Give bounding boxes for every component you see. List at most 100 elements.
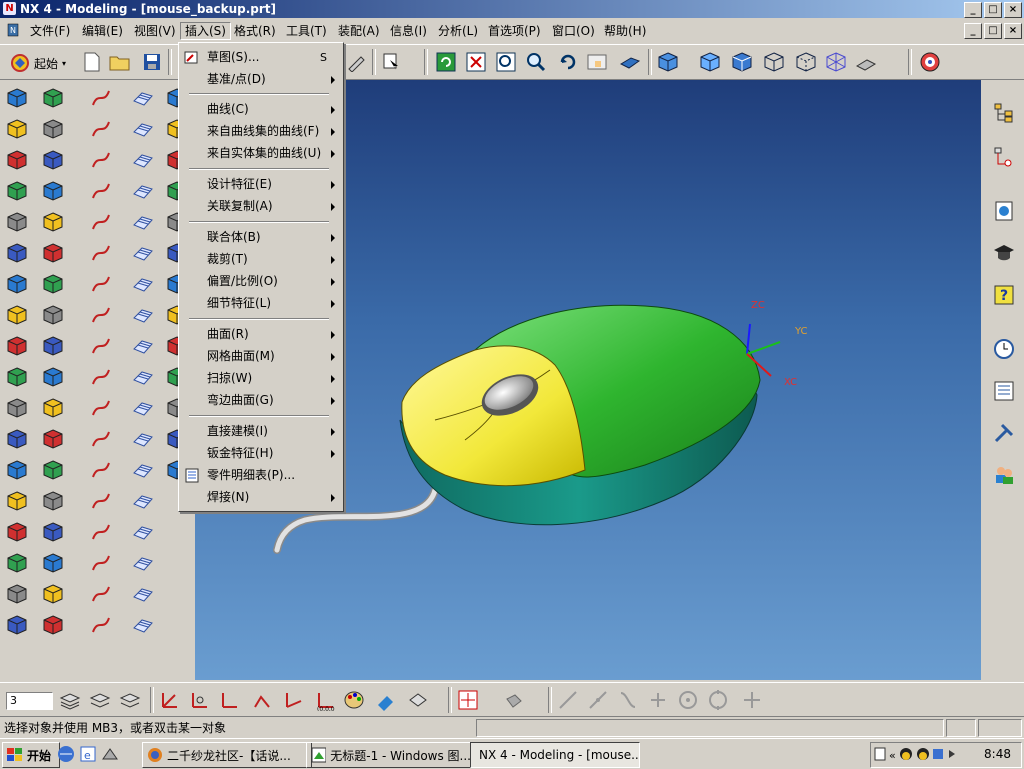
insert-menu-item-mesh-surface[interactable]: 网格曲面(M) xyxy=(179,346,341,367)
line-tool-icon[interactable] xyxy=(556,688,580,712)
feature-tool-icon[interactable] xyxy=(5,427,29,451)
curve-tool-icon[interactable] xyxy=(89,582,113,606)
zoom-window-icon[interactable] xyxy=(494,50,518,74)
help-icon[interactable]: ? xyxy=(991,282,1017,308)
surface-tool-icon[interactable] xyxy=(131,148,155,172)
hidden-edges-icon[interactable] xyxy=(794,50,818,74)
curve-tool-icon[interactable] xyxy=(89,210,113,234)
feature-tool-icon[interactable] xyxy=(5,489,29,513)
static-wireframe-icon[interactable] xyxy=(824,50,848,74)
feature-tool-icon[interactable] xyxy=(41,551,65,575)
ie-quicklaunch-icon[interactable]: e xyxy=(78,743,98,765)
start-menu-button[interactable]: 开始 xyxy=(2,742,60,768)
curve-tool-icon[interactable] xyxy=(89,334,113,358)
surface-tool-icon[interactable] xyxy=(131,117,155,141)
surface-tool-icon[interactable] xyxy=(131,458,155,482)
selection-filter-icon[interactable] xyxy=(380,50,404,74)
tools-icon[interactable] xyxy=(991,420,1017,446)
insert-menu-item-surface[interactable]: 曲面(R) xyxy=(179,324,341,345)
wcs-absolute-icon[interactable]: (0,0,0) xyxy=(312,688,336,712)
point-line-icon[interactable] xyxy=(586,688,610,712)
menu-window[interactable]: 窗口(O) xyxy=(548,23,599,39)
feature-tool-icon[interactable] xyxy=(41,210,65,234)
surface-tool-icon[interactable] xyxy=(131,520,155,544)
surface-tool-icon[interactable] xyxy=(131,365,155,389)
curve-tool-icon[interactable] xyxy=(89,520,113,544)
menu-file[interactable]: 文件(F) xyxy=(26,23,74,39)
circle-tangent-icon[interactable] xyxy=(706,688,730,712)
palette-icon[interactable] xyxy=(342,688,366,712)
cube-edges-icon[interactable] xyxy=(730,50,754,74)
insert-menu-item-combine[interactable]: 联合体(B) xyxy=(179,227,341,248)
feature-tool-icon[interactable] xyxy=(41,489,65,513)
curve-tool-icon[interactable] xyxy=(89,551,113,575)
insert-menu-item-sweep[interactable]: 扫掠(W) xyxy=(179,368,341,389)
circle-center-icon[interactable] xyxy=(676,688,700,712)
insert-menu-item-curve-from-bodies[interactable]: 来自实体集的曲线(U) xyxy=(179,143,341,164)
mdi-minimize-button[interactable]: _ xyxy=(964,23,982,39)
insert-menu-item-parts-list[interactable]: 零件明细表(P)... xyxy=(179,465,341,486)
feature-tool-icon[interactable] xyxy=(5,582,29,606)
perpendicular-icon[interactable] xyxy=(646,688,670,712)
feature-tool-icon[interactable] xyxy=(5,148,29,172)
mdi-close-button[interactable]: × xyxy=(1004,23,1022,39)
layer-combo[interactable]: 3 xyxy=(6,692,53,710)
feature-tool-icon[interactable] xyxy=(41,613,65,637)
selection-intent-icon[interactable] xyxy=(502,688,526,712)
curve-tool-icon[interactable] xyxy=(89,303,113,327)
edit-object-display-icon[interactable] xyxy=(374,688,398,712)
curve-tool-icon[interactable] xyxy=(616,688,640,712)
menu-format[interactable]: 格式(R) xyxy=(230,23,280,39)
feature-tool-icon[interactable] xyxy=(41,334,65,358)
surface-tool-icon[interactable] xyxy=(131,86,155,110)
history-icon[interactable] xyxy=(991,198,1017,224)
fit-icon[interactable] xyxy=(464,50,488,74)
menu-assembly[interactable]: 装配(A) xyxy=(334,23,384,39)
feature-tool-icon[interactable] xyxy=(5,458,29,482)
wcs-rotate-icon[interactable] xyxy=(218,688,242,712)
feature-tool-icon[interactable] xyxy=(41,303,65,327)
menu-tools[interactable]: 工具(T) xyxy=(282,23,331,39)
clock-icon[interactable] xyxy=(991,336,1017,362)
feature-tool-icon[interactable] xyxy=(5,334,29,358)
insert-menu-item-sheet-metal[interactable]: 钣金特征(H) xyxy=(179,443,341,464)
curve-tool-icon[interactable] xyxy=(89,458,113,482)
wcs-dynamics-icon[interactable] xyxy=(158,688,182,712)
surface-tool-icon[interactable] xyxy=(131,582,155,606)
surface-tool-icon[interactable] xyxy=(131,303,155,327)
menu-analysis[interactable]: 分析(L) xyxy=(434,23,482,39)
feature-tool-icon[interactable] xyxy=(5,117,29,141)
insert-menu-item-associative-copy[interactable]: 关联复制(A) xyxy=(179,196,341,217)
perspective-icon[interactable] xyxy=(618,50,642,74)
taskbar-item-paint[interactable]: 无标题-1 - Windows 图... xyxy=(306,742,476,768)
taskbar-item-nx[interactable]: N NX 4 - Modeling - [mouse... xyxy=(470,742,640,768)
menu-help[interactable]: 帮助(H) xyxy=(600,23,650,39)
surface-tool-icon[interactable] xyxy=(131,613,155,637)
training-icon[interactable] xyxy=(991,240,1017,266)
insert-menu-item-weld[interactable]: 焊接(N) xyxy=(179,487,341,508)
surface-tool-icon[interactable] xyxy=(131,210,155,234)
feature-tool-icon[interactable] xyxy=(5,613,29,637)
feature-tool-icon[interactable] xyxy=(5,210,29,234)
feature-tool-icon[interactable] xyxy=(41,520,65,544)
feature-tool-icon[interactable] xyxy=(5,303,29,327)
feature-tool-icon[interactable] xyxy=(5,179,29,203)
insert-menu-item-direct-modeling[interactable]: 直接建模(I) xyxy=(179,421,341,442)
new-file-icon[interactable] xyxy=(80,50,104,74)
rotate-icon[interactable] xyxy=(556,50,580,74)
insert-menu-item-curve-from-curves[interactable]: 来自曲线集的曲线(F) xyxy=(179,121,341,142)
feature-tool-icon[interactable] xyxy=(41,241,65,265)
save-icon[interactable] xyxy=(140,50,164,74)
surface-tool-icon[interactable] xyxy=(131,551,155,575)
minimize-button[interactable]: _ xyxy=(964,2,982,18)
curve-tool-icon[interactable] xyxy=(89,427,113,451)
curve-tool-icon[interactable] xyxy=(89,613,113,637)
wcs-set-icon[interactable] xyxy=(282,688,306,712)
menu-edit[interactable]: 编辑(E) xyxy=(78,23,127,39)
surface-tool-icon[interactable] xyxy=(131,241,155,265)
feature-tool-icon[interactable] xyxy=(5,272,29,296)
browser-quicklaunch-icon[interactable] xyxy=(56,743,76,765)
assembly-navigator-icon[interactable] xyxy=(991,100,1017,126)
feature-tool-icon[interactable] xyxy=(41,365,65,389)
roles-icon[interactable] xyxy=(991,462,1017,488)
